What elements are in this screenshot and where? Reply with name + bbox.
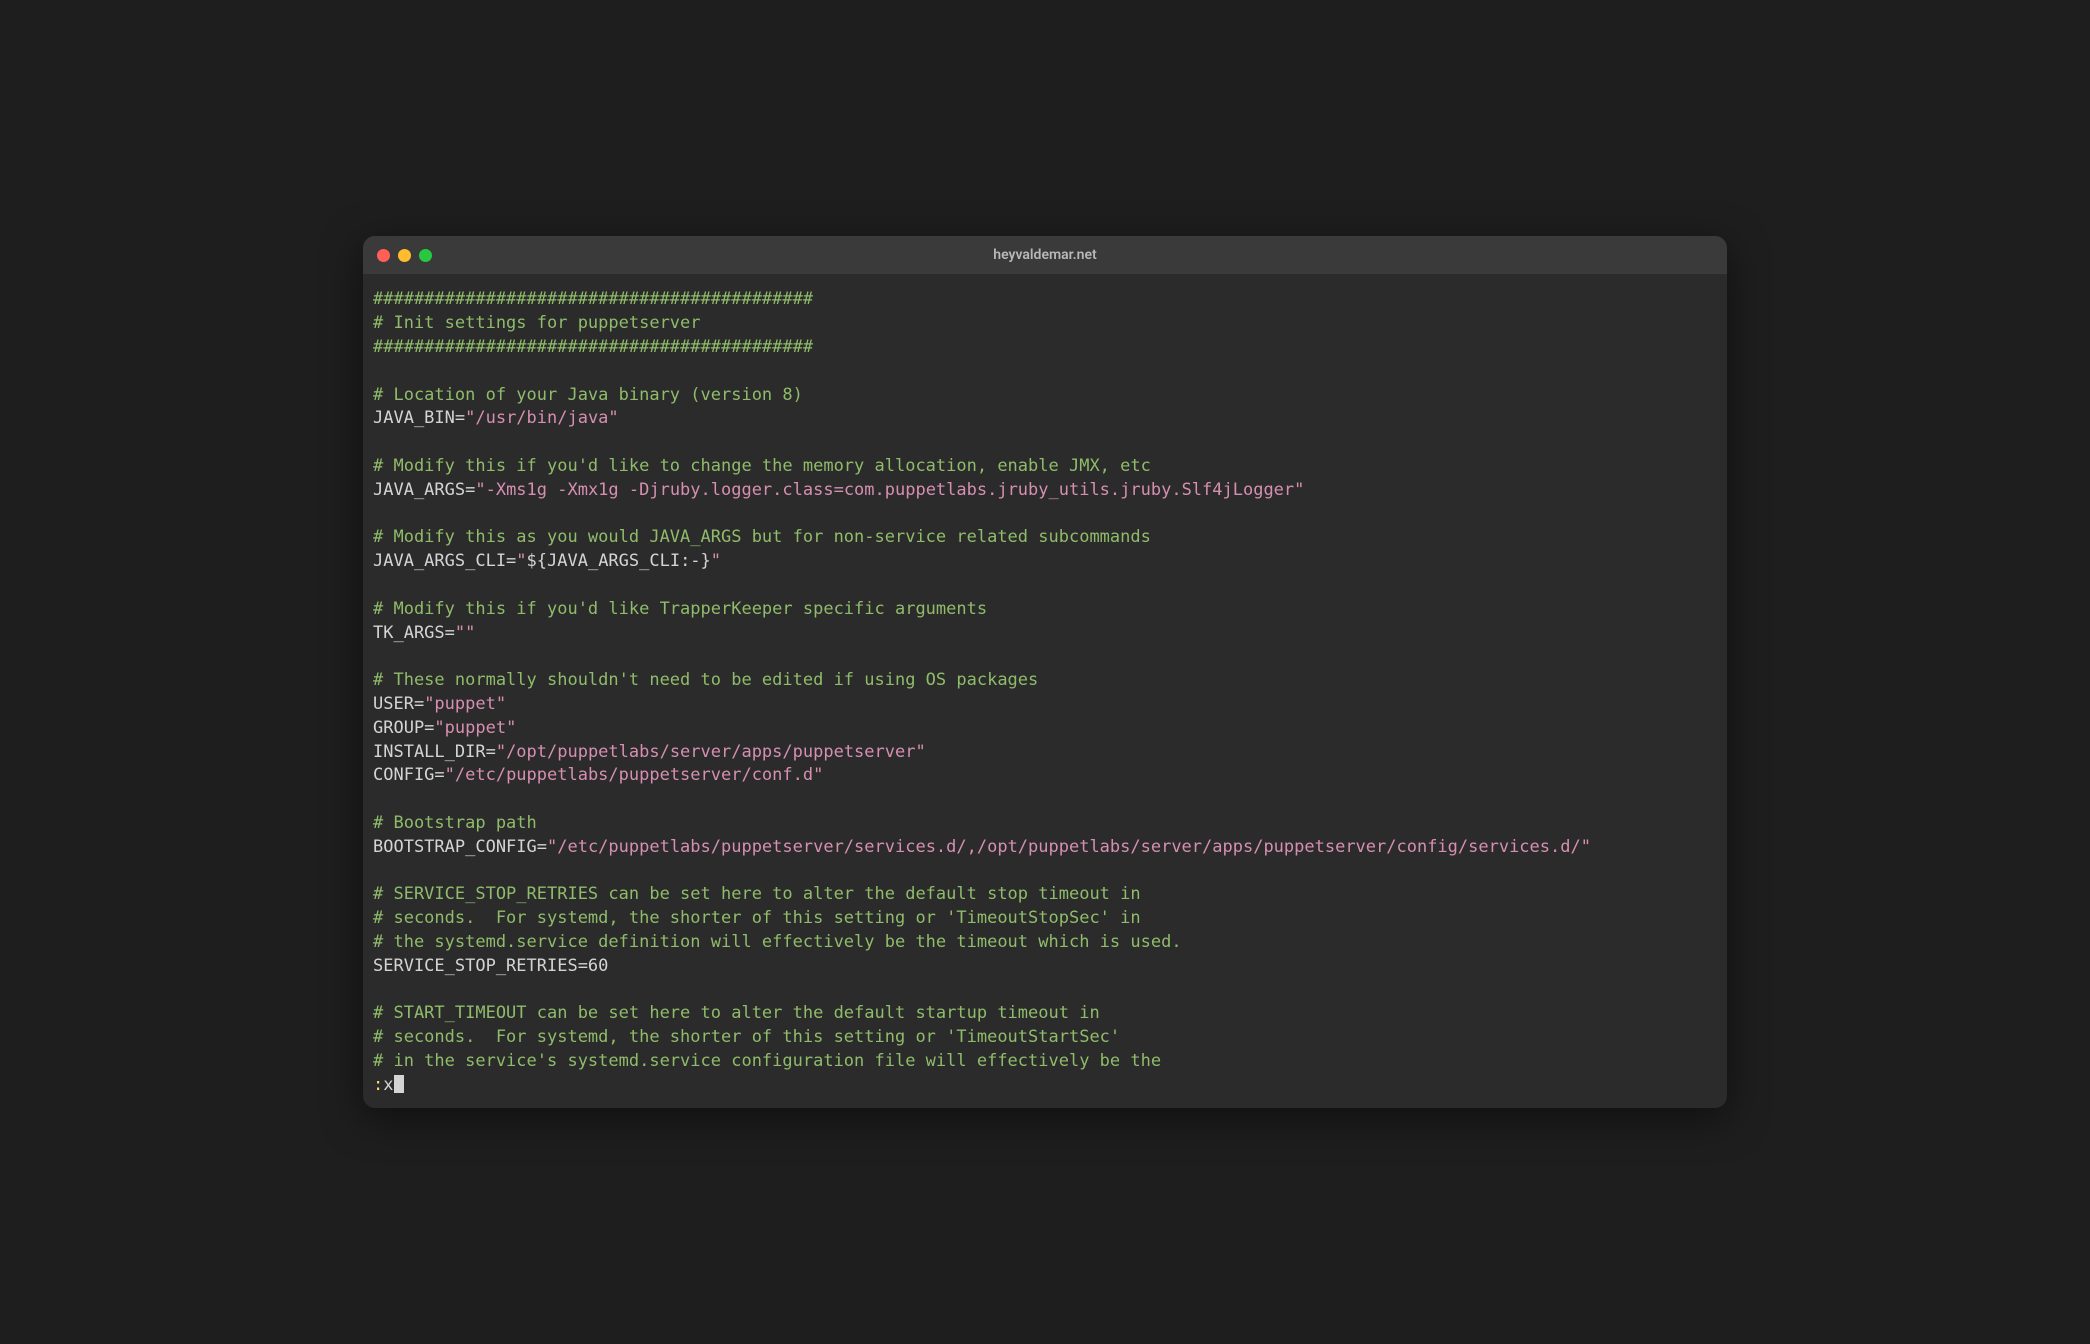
code-line: JAVA_ARGS="-Xms1g -Xmx1g -Djruby.logger.… xyxy=(373,479,1717,503)
code-line xyxy=(373,645,1717,669)
variable-name: INSTALL_DIR= xyxy=(373,742,496,762)
string-value: "/etc/puppetlabs/puppetserver/services.d… xyxy=(547,837,1591,857)
command-line: :x xyxy=(373,1074,1717,1098)
string-value: " xyxy=(516,551,526,571)
string-value: "/etc/puppetlabs/puppetserver/conf.d" xyxy=(445,765,824,785)
code-line: # These normally shouldn't need to be ed… xyxy=(373,669,1717,693)
variable-name: JAVA_BIN= xyxy=(373,408,465,428)
code-line: # Init settings for puppetserver xyxy=(373,312,1717,336)
string-value: "-Xms1g -Xmx1g -Djruby.logger.class=com.… xyxy=(475,480,1304,500)
code-line: # Bootstrap path xyxy=(373,812,1717,836)
variable-name: GROUP= xyxy=(373,718,434,738)
code-line xyxy=(373,860,1717,884)
variable-name: CONFIG= xyxy=(373,765,445,785)
variable-expansion: ${JAVA_ARGS_CLI:-} xyxy=(527,551,711,571)
code-line: # seconds. For systemd, the shorter of t… xyxy=(373,907,1717,931)
terminal-content[interactable]: ########################################… xyxy=(363,274,1727,1107)
code-line: # Modify this if you'd like to change th… xyxy=(373,455,1717,479)
close-button[interactable] xyxy=(377,249,390,262)
code-line: # Location of your Java binary (version … xyxy=(373,384,1717,408)
variable-name: BOOTSTRAP_CONFIG= xyxy=(373,837,547,857)
code-line: TK_ARGS="" xyxy=(373,622,1717,646)
string-value: "/opt/puppetlabs/server/apps/puppetserve… xyxy=(496,742,926,762)
code-line xyxy=(373,503,1717,527)
string-value: "puppet" xyxy=(424,694,506,714)
code-line xyxy=(373,574,1717,598)
terminal-window: heyvaldemar.net ########################… xyxy=(363,236,1727,1107)
traffic-lights xyxy=(377,249,432,262)
code-line: GROUP="puppet" xyxy=(373,717,1717,741)
titlebar: heyvaldemar.net xyxy=(363,236,1727,274)
code-line: JAVA_ARGS_CLI="${JAVA_ARGS_CLI:-}" xyxy=(373,550,1717,574)
command-prefix: : xyxy=(373,1075,383,1095)
code-line: ########################################… xyxy=(373,288,1717,312)
string-value: "/usr/bin/java" xyxy=(465,408,619,428)
variable-name: TK_ARGS= xyxy=(373,623,455,643)
code-line: SERVICE_STOP_RETRIES=60 xyxy=(373,955,1717,979)
code-line: # seconds. For systemd, the shorter of t… xyxy=(373,1026,1717,1050)
window-title: heyvaldemar.net xyxy=(993,247,1096,263)
code-line: # in the service's systemd.service confi… xyxy=(373,1050,1717,1074)
code-line xyxy=(373,431,1717,455)
code-line: # Modify this if you'd like TrapperKeepe… xyxy=(373,598,1717,622)
code-line: # Modify this as you would JAVA_ARGS but… xyxy=(373,526,1717,550)
string-value: "" xyxy=(455,623,475,643)
code-line: # SERVICE_STOP_RETRIES can be set here t… xyxy=(373,883,1717,907)
code-line: INSTALL_DIR="/opt/puppetlabs/server/apps… xyxy=(373,741,1717,765)
code-line: USER="puppet" xyxy=(373,693,1717,717)
variable-name: USER= xyxy=(373,694,424,714)
code-line: JAVA_BIN="/usr/bin/java" xyxy=(373,407,1717,431)
variable-name: JAVA_ARGS= xyxy=(373,480,475,500)
code-line xyxy=(373,788,1717,812)
code-line: BOOTSTRAP_CONFIG="/etc/puppetlabs/puppet… xyxy=(373,836,1717,860)
command-text: x xyxy=(383,1075,393,1095)
string-value: "puppet" xyxy=(434,718,516,738)
code-line: # START_TIMEOUT can be set here to alter… xyxy=(373,1002,1717,1026)
string-value: " xyxy=(711,551,721,571)
minimize-button[interactable] xyxy=(398,249,411,262)
code-line: ########################################… xyxy=(373,336,1717,360)
cursor-icon xyxy=(394,1075,404,1093)
maximize-button[interactable] xyxy=(419,249,432,262)
code-line xyxy=(373,979,1717,1003)
variable-name: JAVA_ARGS_CLI= xyxy=(373,551,516,571)
code-line xyxy=(373,360,1717,384)
code-line: CONFIG="/etc/puppetlabs/puppetserver/con… xyxy=(373,764,1717,788)
code-line: # the systemd.service definition will ef… xyxy=(373,931,1717,955)
